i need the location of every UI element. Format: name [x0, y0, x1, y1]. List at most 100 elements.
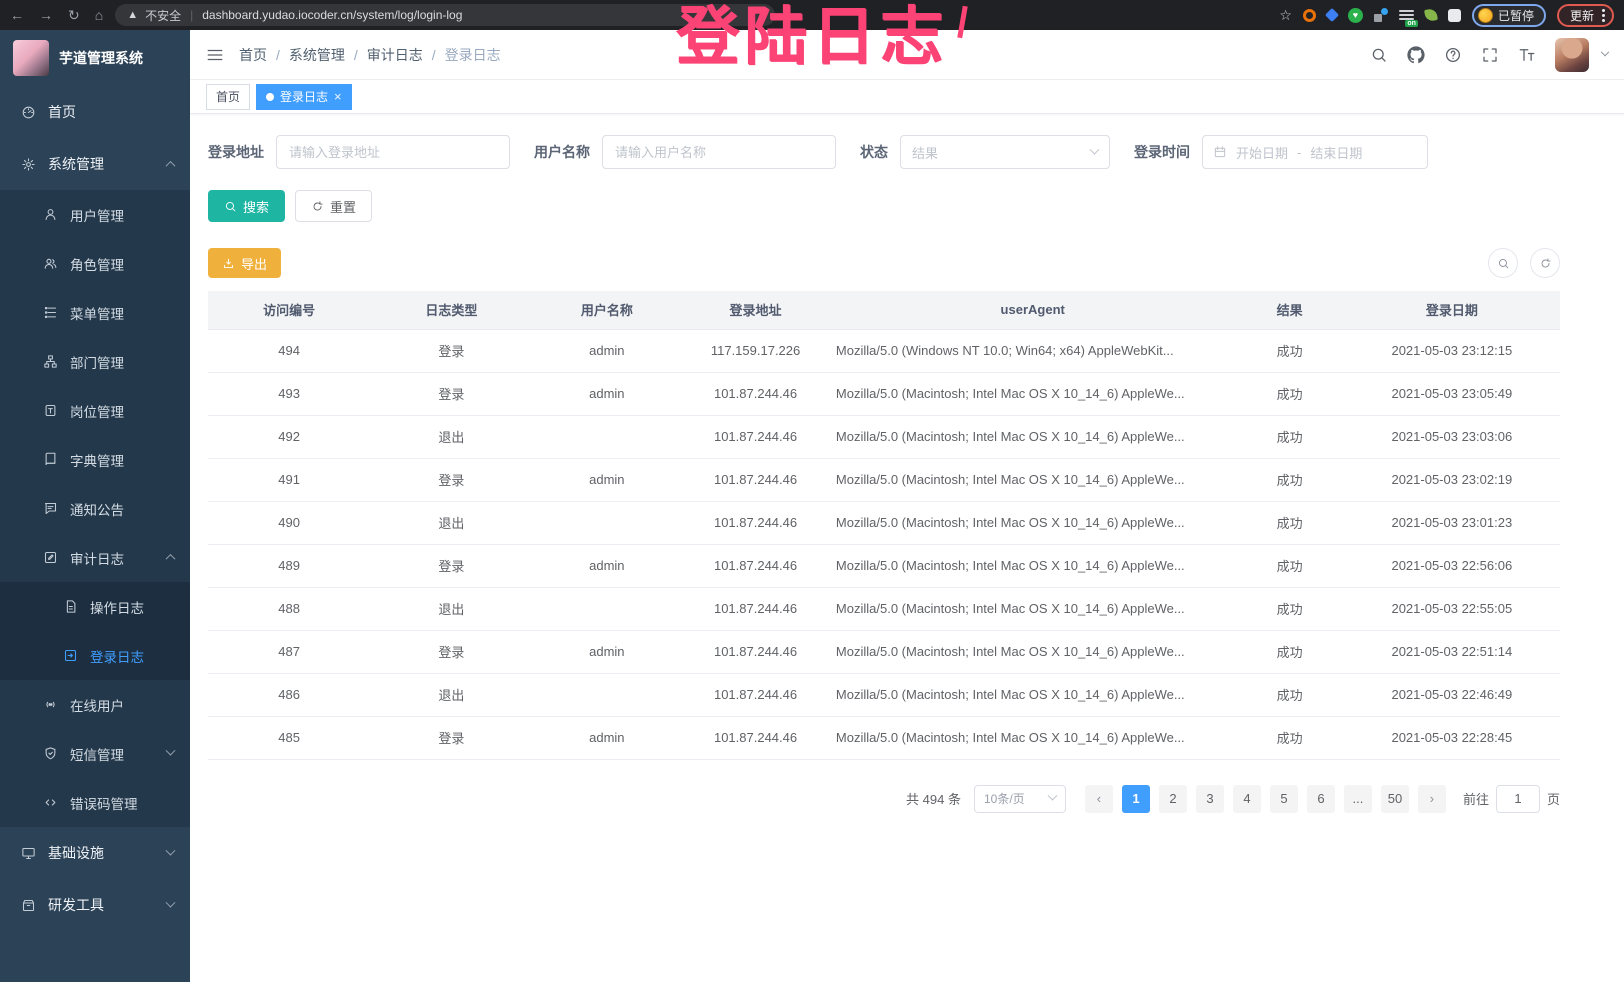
column-header-result: 结果	[1236, 291, 1344, 329]
table-row: 489登录admin101.87.244.46Mozilla/5.0 (Maci…	[208, 544, 1560, 587]
sidebar-item-label: 错误码管理	[70, 793, 138, 813]
sidebar-item-label: 部门管理	[70, 352, 124, 372]
sidebar-item-部门管理[interactable]: 部门管理	[0, 337, 190, 386]
cell-result: 成功	[1236, 458, 1344, 501]
tag-登录日志[interactable]: 登录日志 ×	[256, 84, 352, 110]
cell-login-date: 2021-05-03 23:01:23	[1344, 501, 1560, 544]
extensions-puzzle-icon[interactable]	[1448, 9, 1461, 22]
username-input[interactable]	[602, 135, 836, 169]
total-count: 共 494 条	[906, 789, 961, 808]
reset-button[interactable]: 重置	[295, 190, 372, 222]
paused-badge[interactable]: 已暂停	[1472, 4, 1546, 27]
export-button[interactable]: 导出	[208, 248, 281, 278]
sidebar-item-首页[interactable]: 首页	[0, 86, 190, 138]
refresh-table-button[interactable]	[1530, 248, 1560, 278]
tag-dot	[266, 93, 274, 101]
cell-result: 成功	[1236, 415, 1344, 458]
reload-icon[interactable]: ↻	[68, 7, 80, 24]
extension-heart-icon[interactable]: ♥	[1348, 8, 1363, 23]
back-icon[interactable]: ←	[10, 7, 24, 24]
sidebar-item-短信管理[interactable]: 短信管理	[0, 729, 190, 778]
extension-orange-icon[interactable]	[1303, 9, 1316, 22]
search-icon[interactable]	[1370, 46, 1388, 64]
sidebar-item-label: 字典管理	[70, 450, 124, 470]
page-ellipsis[interactable]: ...	[1344, 785, 1372, 813]
bookmark-star-icon[interactable]: ☆	[1279, 7, 1292, 24]
extension-list-icon[interactable]: on	[1399, 9, 1414, 22]
page-button-50[interactable]: 50	[1381, 785, 1409, 813]
address-bar[interactable]: ▲ 不安全 | dashboard.yudao.iocoder.cn/syste…	[115, 4, 775, 26]
prev-page-button[interactable]: ‹	[1085, 785, 1113, 813]
status-select[interactable]: 结果	[900, 135, 1110, 169]
login-log-icon	[62, 648, 78, 664]
sidebar-item-登录日志[interactable]: 登录日志	[0, 631, 190, 680]
security-warning-icon: ▲	[127, 9, 138, 21]
page-size-select[interactable]: 10条/页	[974, 785, 1066, 813]
sidebar-item-用户管理[interactable]: 用户管理	[0, 190, 190, 239]
home-icon[interactable]: ⌂	[95, 7, 103, 24]
navbar-actions	[1370, 38, 1608, 72]
url-text: dashboard.yudao.iocoder.cn/system/log/lo…	[202, 8, 462, 22]
sidebar-item-通知公告[interactable]: 通知公告	[0, 484, 190, 533]
page-button-2[interactable]: 2	[1159, 785, 1187, 813]
chevron-down-icon	[167, 902, 174, 909]
sidebar-item-系统管理[interactable]: 系统管理	[0, 138, 190, 190]
next-page-button[interactable]: ›	[1418, 785, 1446, 813]
infra-monitor-icon	[20, 845, 36, 861]
sidebar-item-角色管理[interactable]: 角色管理	[0, 239, 190, 288]
update-badge[interactable]: 更新	[1557, 4, 1614, 27]
hamburger-icon[interactable]	[206, 46, 224, 64]
goto-page-input[interactable]	[1496, 785, 1540, 813]
sidebar-item-研发工具[interactable]: 研发工具	[0, 879, 190, 931]
sidebar-item-label: 岗位管理	[70, 401, 124, 421]
sidebar-item-错误码管理[interactable]: 错误码管理	[0, 778, 190, 827]
sidebar-item-基础设施[interactable]: 基础设施	[0, 827, 190, 879]
chevron-down-icon	[167, 850, 174, 857]
fullscreen-icon[interactable]	[1481, 46, 1499, 64]
page-button-5[interactable]: 5	[1270, 785, 1298, 813]
font-size-icon[interactable]	[1518, 46, 1536, 64]
tag-label: 登录日志	[280, 88, 328, 105]
toggle-search-button[interactable]	[1488, 248, 1518, 278]
browser-menu-icon[interactable]	[1602, 9, 1605, 22]
extension-grey-blue-icon[interactable]	[1374, 8, 1388, 22]
login-address-input[interactable]	[276, 135, 510, 169]
sidebar-logo[interactable]: 芋道管理系统	[0, 30, 190, 86]
user-avatar[interactable]	[1555, 38, 1589, 72]
emoji-face-icon	[1478, 8, 1493, 23]
page-button-4[interactable]: 4	[1233, 785, 1261, 813]
chevron-down-icon	[167, 750, 174, 757]
cell-visit-id: 486	[208, 673, 370, 716]
forward-icon[interactable]: →	[39, 7, 53, 24]
page-button-6[interactable]: 6	[1307, 785, 1335, 813]
sidebar-item-菜单管理[interactable]: 菜单管理	[0, 288, 190, 337]
sidebar-item-岗位管理[interactable]: 岗位管理	[0, 386, 190, 435]
column-header-log-type: 日志类型	[370, 291, 532, 329]
sidebar-item-操作日志[interactable]: 操作日志	[0, 582, 190, 631]
sidebar-item-label: 首页	[48, 102, 76, 122]
date-range-picker[interactable]: 开始日期 - 结束日期	[1202, 135, 1428, 169]
chevron-down-icon	[1090, 144, 1100, 154]
extension-gem-icon[interactable]	[1325, 8, 1339, 22]
breadcrumb-separator: /	[276, 47, 280, 63]
sidebar-item-字典管理[interactable]: 字典管理	[0, 435, 190, 484]
calendar-icon	[1213, 145, 1227, 159]
tag-close-icon[interactable]: ×	[334, 90, 342, 103]
avatar-caret-down-icon[interactable]	[1602, 52, 1608, 58]
extension-rocket-icon[interactable]	[1424, 8, 1438, 22]
breadcrumb-item[interactable]: 审计日志	[367, 45, 423, 65]
breadcrumb-separator: /	[432, 47, 436, 63]
github-icon[interactable]	[1407, 46, 1425, 64]
help-icon[interactable]	[1444, 46, 1462, 64]
page-button-3[interactable]: 3	[1196, 785, 1224, 813]
breadcrumb-item[interactable]: 首页	[239, 45, 267, 65]
cell-login-date: 2021-05-03 22:56:06	[1344, 544, 1560, 587]
breadcrumb-item[interactable]: 系统管理	[289, 45, 345, 65]
sidebar-item-在线用户[interactable]: 在线用户	[0, 680, 190, 729]
search-button[interactable]: 搜索	[208, 190, 285, 222]
tag-首页[interactable]: 首页	[206, 84, 250, 110]
cell-visit-id: 491	[208, 458, 370, 501]
page-button-1[interactable]: 1	[1122, 785, 1150, 813]
sidebar-item-审计日志[interactable]: 审计日志	[0, 533, 190, 582]
cell-username	[532, 587, 681, 630]
